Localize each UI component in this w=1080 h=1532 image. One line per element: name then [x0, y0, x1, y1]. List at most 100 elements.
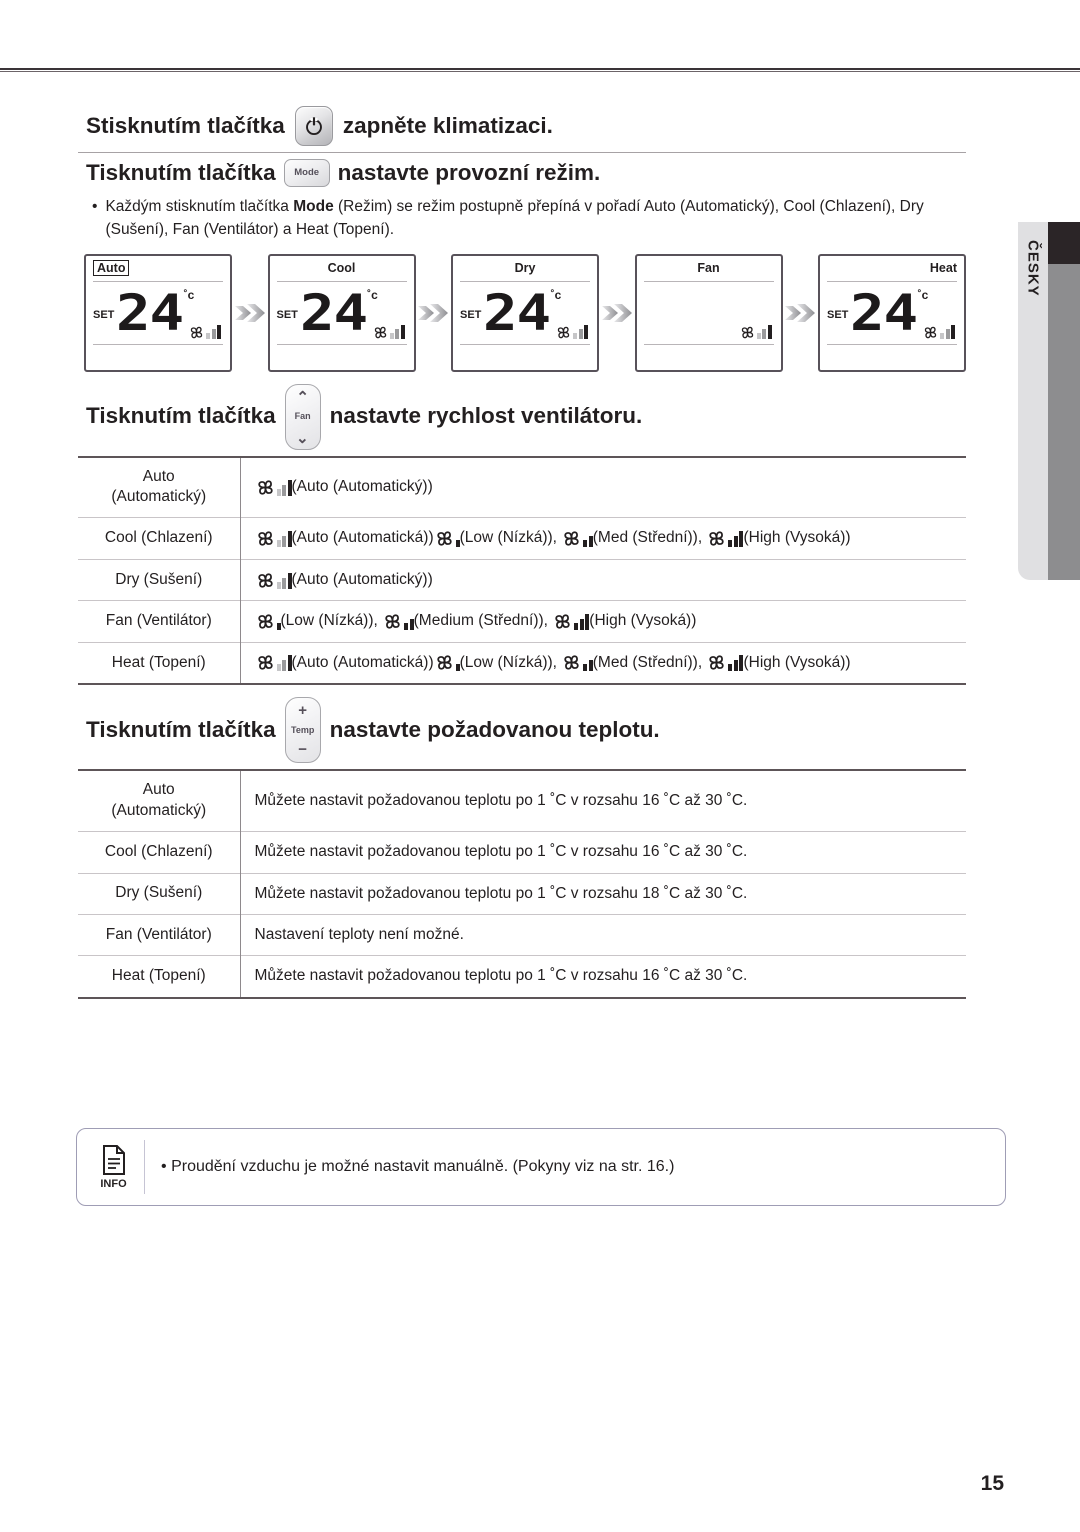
- lcd-body-cool: SET 24 ˚c: [277, 282, 407, 344]
- table-row: Dry (Sušení) (Auto (Automatický)): [78, 558, 966, 601]
- lcd-set-cool: SET: [276, 308, 298, 321]
- power-icon: [305, 117, 322, 136]
- heading-mode-after: nastavte provozní režim.: [337, 159, 601, 185]
- temp-row-desc-fan: Nastavení teploty není možné.: [240, 913, 966, 956]
- tab-marker-gray: [1048, 264, 1080, 580]
- fan-bars-auto: [940, 324, 955, 339]
- fan-auto-icon: [739, 325, 756, 340]
- fan-bars-auto: [276, 572, 292, 589]
- lcd-display-fan: Fan: [634, 253, 783, 372]
- lcd-temp-auto: 24: [116, 283, 184, 342]
- fan-row-options-fan: (Low (Nízká)), (Medium (Střední)), (High…: [240, 600, 966, 643]
- fan-option-label: (High (Vysoká)): [589, 612, 697, 630]
- lcd-unit-dry: ˚c: [550, 287, 562, 302]
- temp-button[interactable]: + Temp −: [284, 697, 321, 764]
- fan-high-icon: [706, 653, 744, 672]
- temp-row-desc-cool: Můžete nastavit požadovanou teplotu po 1…: [240, 831, 966, 874]
- fan-bars-auto: [276, 479, 292, 496]
- fan-high-icon: [706, 529, 744, 548]
- plus-icon[interactable]: +: [298, 703, 307, 718]
- fan-bars-auto: [276, 655, 292, 672]
- fan-bars-auto: [389, 324, 405, 339]
- header-rule: [0, 68, 1080, 72]
- fan-option-label: (Auto (Automatická)): [291, 529, 434, 547]
- fan-option-label: (High (Vysoká)): [743, 529, 851, 547]
- fan-row-options-auto: (Auto (Automatický)): [240, 458, 966, 518]
- lcd-body-auto: SET 24 ˚c: [93, 282, 223, 344]
- fan-row-mode-fan: Fan (Ventilátor): [78, 600, 241, 643]
- table-row: Heat (Topení) Můžete nastavit požadovano…: [78, 955, 966, 997]
- sequence-arrow-icon: [418, 303, 449, 322]
- mode-button[interactable]: Mode: [283, 159, 330, 187]
- lcd-temp-heat: 24: [850, 283, 918, 342]
- table-row: Fan (Ventilátor) (Low (Nízká)), (Medium …: [78, 600, 966, 643]
- fan-option-label: (Auto (Automatický)): [291, 478, 433, 496]
- heading-temp-after: nastavte požadovanou teplotu.: [329, 716, 660, 742]
- heading-mode: Tisknutím tlačítka Mode nastavte provozn…: [78, 153, 966, 193]
- heading-fan-speed: Tisknutím tlačítka ⌃ Fan ⌃ nastavte rych…: [78, 378, 966, 456]
- heading-fan-before: Tisknutím tlačítka: [86, 403, 276, 429]
- lcd-set-dry: SET: [460, 308, 482, 321]
- fan-auto-icon: [255, 529, 292, 548]
- lcd-set-auto: SET: [93, 308, 115, 321]
- temp-button-label: Temp: [290, 724, 315, 735]
- lcd-body-dry: SET 24 ˚c: [460, 282, 590, 344]
- temp-row-desc-heat: Můžete nastavit požadovanou teplotu po 1…: [240, 955, 966, 997]
- fan-row-mode-dry: Dry (Sušení): [78, 558, 241, 601]
- fan-speed-button[interactable]: ⌃ Fan ⌃: [284, 383, 321, 450]
- lcd-mode-label-auto: Auto: [93, 256, 223, 281]
- power-button[interactable]: [294, 106, 333, 146]
- table-row: Cool (Chlazení) Můžete nastavit požadova…: [78, 831, 966, 874]
- fan-bars-auto: [206, 324, 221, 339]
- lcd-footer: [460, 345, 590, 371]
- fan-high-icon: [552, 612, 590, 631]
- fan-med-icon: [382, 612, 414, 631]
- table-row: Cool (Chlazení) (Auto (Automatická)) (Lo…: [78, 517, 966, 560]
- fan-auto-icon: [255, 478, 292, 497]
- fan-bars-auto: [756, 324, 772, 339]
- language-tab: ČESKY: [1018, 222, 1048, 580]
- lcd-body-fan: [644, 282, 774, 344]
- sequence-arrow-icon: [234, 303, 265, 322]
- info-box: INFO • Proudění vzduchu je možné nastavi…: [76, 1128, 1006, 1206]
- temperature-table: Auto (Automatický) Můžete nastavit požad…: [78, 771, 966, 997]
- lcd-display-cool: Cool SET 24 ˚c: [267, 253, 416, 372]
- fan-auto-icon: [188, 325, 205, 340]
- lcd-unit-heat: ˚c: [917, 287, 929, 302]
- fan-auto-icon: [922, 325, 939, 340]
- language-tab-label: ČESKY: [1024, 240, 1042, 297]
- fan-bars-med: [404, 619, 414, 631]
- fan-auto-icon: [255, 653, 292, 672]
- heading-power-before: Stisknutím tlačítka: [86, 112, 285, 138]
- fan-low-icon: [434, 529, 460, 548]
- lcd-footer: [644, 345, 774, 371]
- divider-3: [78, 683, 966, 686]
- down-chevron-icon[interactable]: ⌃: [296, 428, 309, 445]
- info-label: INFO: [100, 1178, 127, 1190]
- mode-bullet-text: Každým stisknutím tlačítka Mode (Režim) …: [105, 198, 924, 239]
- minus-icon[interactable]: −: [298, 742, 307, 757]
- lcd-fan-icon-heat: [922, 324, 955, 340]
- fan-option-list: (Auto (Automatická)) (Low (Nízká)), (Med…: [255, 527, 959, 549]
- up-chevron-icon[interactable]: ⌃: [296, 390, 309, 405]
- fan-row-mode-cool: Cool (Chlazení): [78, 517, 241, 560]
- lcd-footer: [93, 345, 223, 371]
- lcd-display-dry: Dry SET 24 ˚c: [451, 253, 599, 372]
- fan-bars-high: [574, 614, 590, 631]
- manual-page: ČESKY Stisknutím tlačítka zapněte klimat…: [0, 0, 1080, 1532]
- fan-option-list: (Low (Nízká)), (Medium (Střední)), (High…: [255, 610, 959, 632]
- fan-option-list: (Auto (Automatická)) (Low (Nízká)), (Med…: [255, 652, 959, 674]
- document-icon: [102, 1145, 125, 1175]
- fan-bars-high: [728, 531, 744, 548]
- temp-row-desc-auto: Můžete nastavit požadovanou teplotu po 1…: [254, 791, 748, 809]
- fan-bars-high: [728, 655, 744, 672]
- table-row: Heat (Topení) (Auto (Automatická)) (Low …: [78, 641, 966, 684]
- lcd-mode-label-dry: Dry: [514, 261, 536, 275]
- mode-bullet: • Každým stisknutím tlačítka Mode (Režim…: [78, 193, 966, 242]
- heading-power-after: zapněte klimatizaci.: [342, 112, 553, 138]
- sequence-arrow-icon: [601, 303, 632, 322]
- mode-display-sequence: Auto SET 24 ˚c Cool SET 24 ˚c Dry SET 24…: [78, 253, 966, 372]
- lcd-fan-icon-dry: [555, 324, 588, 340]
- lcd-unit-auto: ˚c: [183, 287, 195, 302]
- temp-row-mode-cool: Cool (Chlazení): [78, 831, 241, 874]
